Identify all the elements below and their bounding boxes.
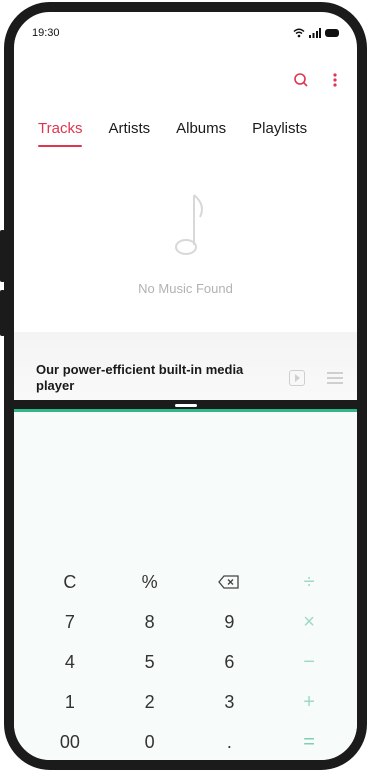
toolbar-actions xyxy=(293,72,343,88)
empty-state-text: No Music Found xyxy=(138,281,233,296)
split-screen-divider[interactable] xyxy=(14,400,357,412)
player-title: Our power-efficient built-in media playe… xyxy=(36,362,244,393)
key-backspace[interactable] xyxy=(190,562,270,602)
play-icon[interactable] xyxy=(289,370,305,386)
key-3[interactable]: 3 xyxy=(190,682,270,722)
key-percent[interactable]: % xyxy=(110,562,190,602)
more-icon[interactable] xyxy=(327,72,343,88)
phone-screen: 19:30 Tracks Artists Albums Playlists No… xyxy=(4,2,367,770)
status-bar: 19:30 xyxy=(32,22,339,44)
tab-bar: Tracks Artists Albums Playlists xyxy=(38,120,347,147)
split-drag-handle[interactable] xyxy=(174,404,197,407)
key-equals[interactable]: = xyxy=(269,722,349,760)
empty-state: No Music Found xyxy=(14,187,357,317)
key-6[interactable]: 6 xyxy=(190,642,270,682)
mini-player[interactable]: Our power-efficient built-in media playe… xyxy=(14,332,357,410)
key-5[interactable]: 5 xyxy=(110,642,190,682)
key-8[interactable]: 8 xyxy=(110,602,190,642)
key-multiply[interactable]: × xyxy=(269,602,349,642)
key-plus[interactable]: + xyxy=(269,682,349,722)
key-00[interactable]: 00 xyxy=(30,722,110,760)
key-1[interactable]: 1 xyxy=(30,682,110,722)
key-4[interactable]: 4 xyxy=(30,642,110,682)
tab-tracks[interactable]: Tracks xyxy=(38,120,83,147)
search-icon[interactable] xyxy=(293,72,309,88)
status-time: 19:30 xyxy=(32,27,60,39)
tab-playlists[interactable]: Playlists xyxy=(252,120,307,137)
key-2[interactable]: 2 xyxy=(110,682,190,722)
key-divide[interactable]: ÷ xyxy=(269,562,349,602)
battery-icon xyxy=(325,29,339,37)
wifi-icon xyxy=(293,28,305,38)
key-9[interactable]: 9 xyxy=(190,602,270,642)
key-clear[interactable]: C xyxy=(30,562,110,602)
key-minus[interactable]: − xyxy=(269,642,349,682)
backspace-icon xyxy=(218,575,240,589)
tab-artists[interactable]: Artists xyxy=(108,120,150,137)
calculator: C % ÷ 7 8 9 × 4 5 6 − 1 2 3 + 00 0 . = xyxy=(14,412,357,760)
status-icons xyxy=(293,28,339,38)
music-note-icon xyxy=(174,194,203,255)
calculator-keypad: C % ÷ 7 8 9 × 4 5 6 − 1 2 3 + 00 0 . = xyxy=(30,562,349,760)
key-7[interactable]: 7 xyxy=(30,602,110,642)
signal-icon xyxy=(309,28,321,38)
tab-albums[interactable]: Albums xyxy=(176,120,226,137)
player-controls xyxy=(289,370,343,386)
key-0[interactable]: 0 xyxy=(110,722,190,760)
key-decimal[interactable]: . xyxy=(190,722,270,760)
playlist-icon[interactable] xyxy=(327,372,343,384)
